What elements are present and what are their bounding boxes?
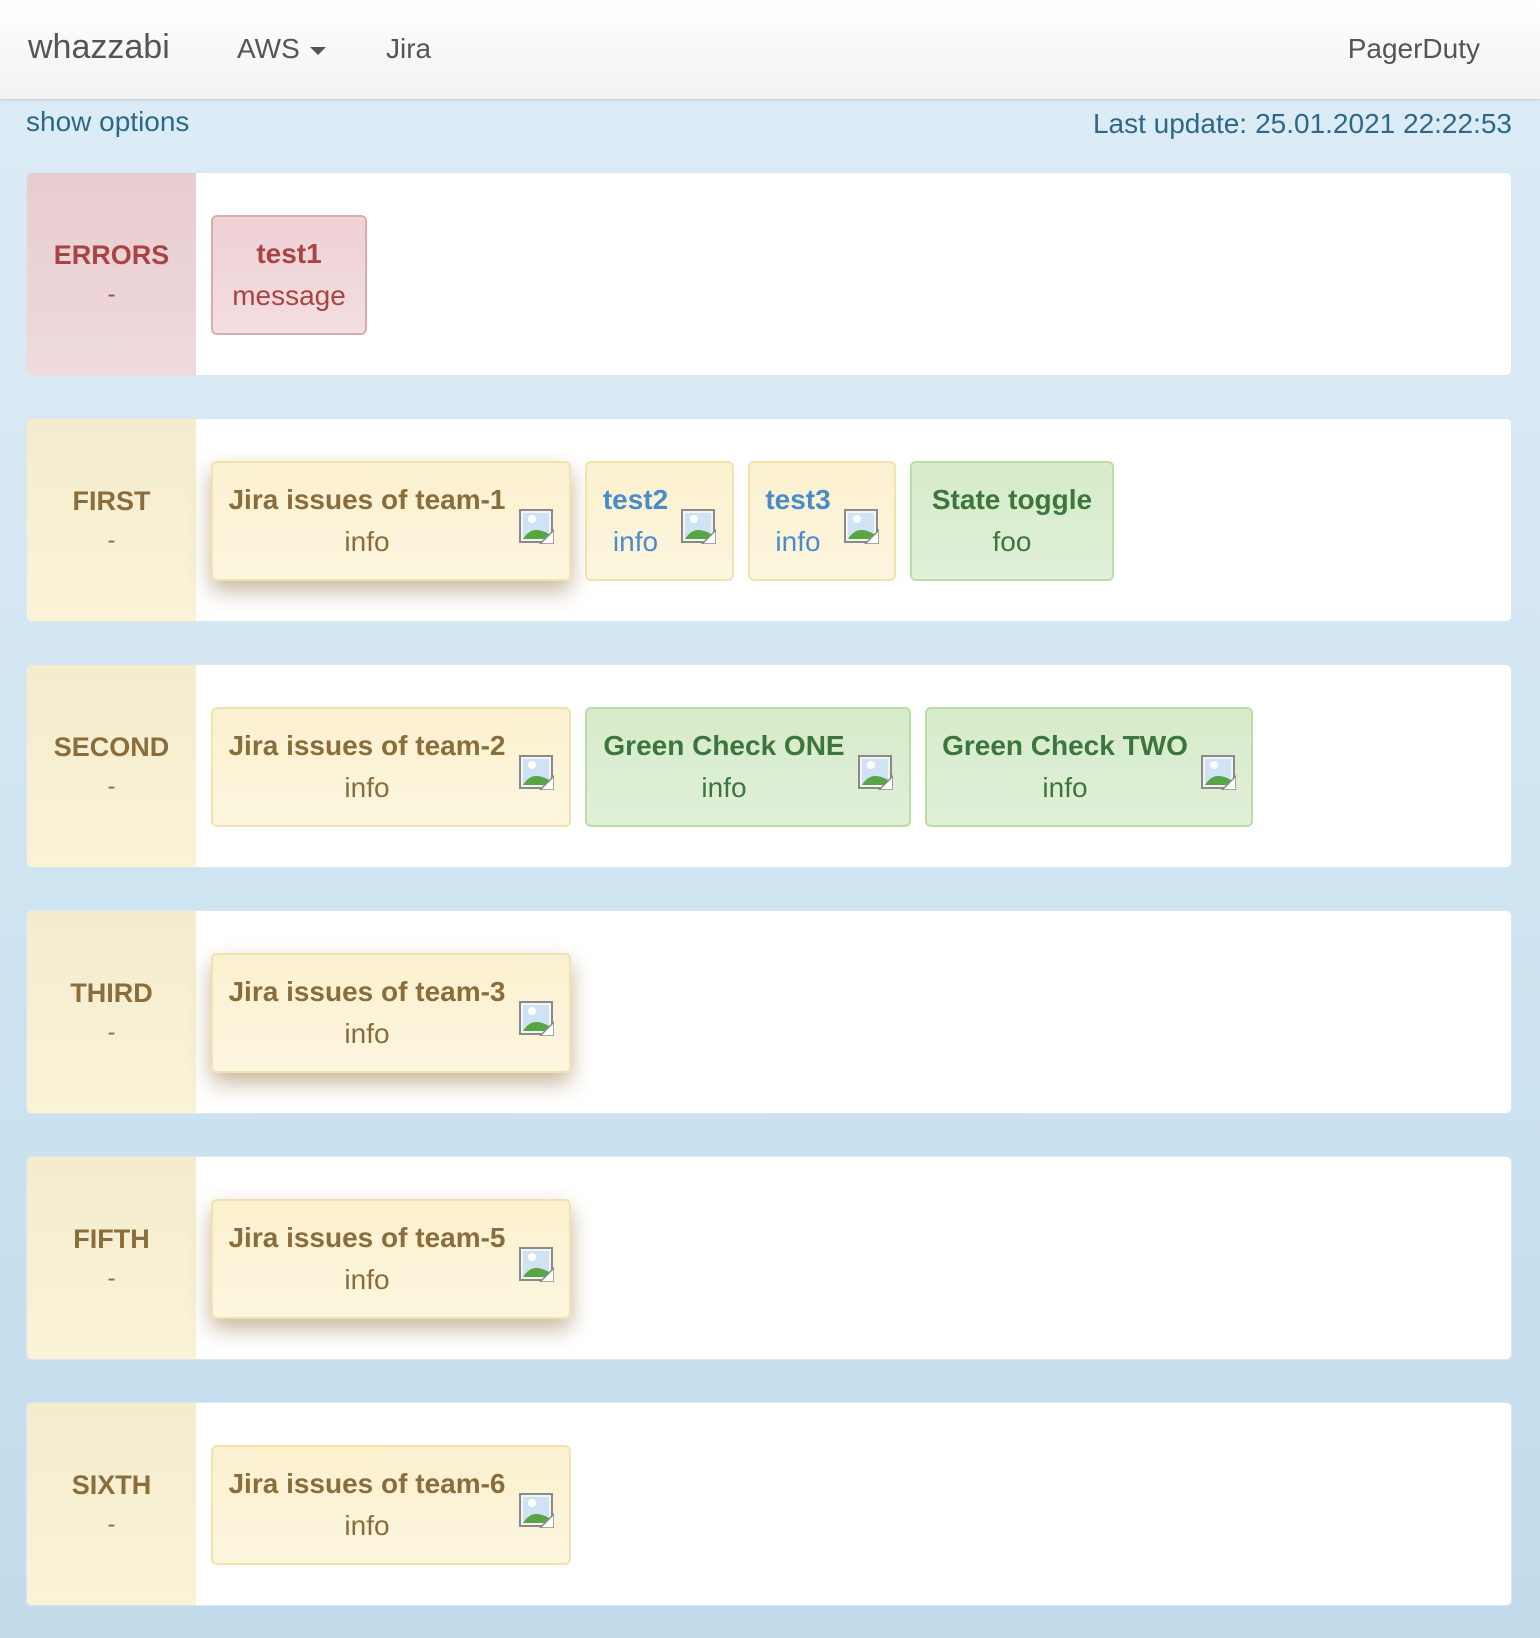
group-header: ERRORS - (27, 173, 196, 375)
tile-subtitle: info (344, 772, 390, 803)
last-update: Last update: 25.01.2021 22:22:53 (1085, 108, 1512, 140)
group-sixth: SIXTH - Jira issues of team-6 info (26, 1402, 1512, 1606)
tile-subtitle: info (344, 1264, 390, 1295)
tile-title: Jira issues of team-6 (228, 1468, 506, 1499)
tile-title: Green Check ONE (603, 730, 845, 761)
check-tile-jira-team-3[interactable]: Jira issues of team-3 info (211, 953, 571, 1073)
nav-item-aws-dropdown[interactable]: AWS (237, 33, 326, 65)
tile-title: test2 (602, 484, 669, 515)
check-tile-jira-team-5[interactable]: Jira issues of team-5 info (211, 1199, 571, 1319)
broken-image-icon (843, 508, 879, 544)
tile-subtitle: info (344, 1510, 390, 1541)
top-navbar: whazzabi AWS Jira PagerDuty (0, 0, 1540, 100)
tile-title: Green Check TWO (942, 730, 1188, 761)
group-status: - (107, 280, 116, 308)
last-update-label: Last update: (1092, 108, 1248, 139)
group-errors: ERRORS - test1 message (26, 172, 1512, 376)
tile-title: test1 (256, 238, 322, 269)
tile-subtitle: info (344, 1018, 390, 1049)
tile-subtitle: info (612, 526, 659, 557)
nav-item-pagerduty[interactable]: PagerDuty (1348, 33, 1480, 65)
broken-image-icon (857, 754, 893, 790)
tile-subtitle: info (344, 526, 390, 557)
broken-image-icon (1200, 754, 1236, 790)
check-tile-test2[interactable]: test2 info (585, 461, 734, 581)
check-tile-jira-team-2[interactable]: Jira issues of team-2 info (211, 707, 571, 827)
nav-item-label: AWS (237, 33, 300, 64)
tile-subtitle: foo (992, 526, 1032, 557)
group-name: THIRD (70, 977, 153, 1008)
broken-image-icon (680, 508, 716, 544)
group-name: ERRORS (53, 239, 170, 270)
group-name: FIRST (72, 485, 151, 516)
check-tile-jira-team-6[interactable]: Jira issues of team-6 info (211, 1445, 571, 1565)
check-tile-jira-team-1[interactable]: Jira issues of team-1 info (211, 461, 571, 581)
group-header: FIRST - (27, 419, 196, 621)
broken-image-icon (518, 508, 554, 544)
brand-logo[interactable]: whazzabi (28, 28, 170, 67)
group-header: FIFTH - (27, 1157, 196, 1359)
group-name: SIXTH (71, 1469, 152, 1500)
group-status: - (107, 1264, 116, 1292)
tile-title: State toggle (931, 484, 1093, 515)
group-status: - (107, 1510, 116, 1538)
group-name: FIFTH (73, 1223, 150, 1254)
tile-title: Jira issues of team-1 (228, 484, 506, 515)
group-status: - (107, 1018, 116, 1046)
tile-title: Jira issues of team-2 (228, 730, 506, 761)
group-second: SECOND - Jira issues of team-2 info Gree… (26, 664, 1512, 868)
check-tile-test1[interactable]: test1 message (211, 215, 367, 335)
tile-title: Jira issues of team-5 (228, 1222, 506, 1253)
caret-down-icon (309, 46, 326, 55)
group-name: SECOND (53, 731, 170, 762)
nav-item-jira[interactable]: Jira (386, 33, 431, 65)
broken-image-icon (518, 754, 554, 790)
check-tile-green-check-one[interactable]: Green Check ONE info (585, 707, 911, 827)
broken-image-icon (518, 1000, 554, 1036)
check-tile-state-toggle[interactable]: State toggle foo (910, 461, 1114, 581)
tile-subtitle: message (232, 280, 346, 311)
tile-subtitle: info (1042, 772, 1088, 803)
tile-subtitle: info (775, 526, 821, 557)
group-third: THIRD - Jira issues of team-3 info (26, 910, 1512, 1114)
tile-title: test3 (765, 484, 831, 515)
check-tile-green-check-two[interactable]: Green Check TWO info (925, 707, 1253, 827)
group-status: - (107, 526, 116, 554)
show-options-link[interactable]: show options (26, 106, 189, 138)
check-tile-test3[interactable]: test3 info (748, 461, 896, 581)
group-fifth: FIFTH - Jira issues of team-5 info (26, 1156, 1512, 1360)
group-status: - (107, 772, 116, 800)
last-update-value: 25.01.2021 22:22:53 (1255, 108, 1512, 139)
broken-image-icon (518, 1492, 554, 1528)
group-header: THIRD - (27, 911, 196, 1113)
tile-title: Jira issues of team-3 (228, 976, 506, 1007)
tile-subtitle: info (701, 772, 747, 803)
group-header: SECOND - (27, 665, 196, 867)
group-header: SIXTH - (27, 1403, 196, 1605)
broken-image-icon (518, 1246, 554, 1282)
group-first: FIRST - Jira issues of team-1 info test2… (26, 418, 1512, 622)
